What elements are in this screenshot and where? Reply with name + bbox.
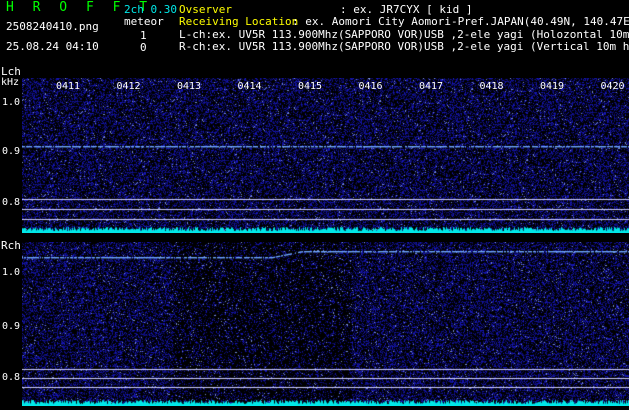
lch-freq-tick: 0.9 bbox=[2, 146, 21, 157]
time-tick-label: 0420 bbox=[600, 81, 625, 92]
lch-spectrogram bbox=[22, 78, 629, 233]
observer-value: : ex. JR7CYX [ kid ] bbox=[340, 3, 473, 16]
rch-info: R-ch:ex. UV5R 113.900Mhz(SAPPORO VOR)USB… bbox=[179, 40, 629, 53]
time-tick-label: 0417 bbox=[419, 81, 444, 92]
lch-label: Lch bbox=[1, 65, 21, 78]
version-label: 2ch 0.30 bbox=[124, 3, 177, 16]
time-tick-label: 0415 bbox=[298, 81, 323, 92]
location-value: : ex. Aomori City Aomori-Pref.JAPAN(40.4… bbox=[292, 15, 629, 28]
meteor-count-lch: 1 bbox=[140, 29, 147, 42]
khz-unit-label: kHz bbox=[1, 77, 20, 88]
rch-freq-tick: 1.0 bbox=[2, 267, 21, 278]
meteor-label: meteor bbox=[124, 15, 164, 28]
time-tick-label: 0412 bbox=[116, 81, 141, 92]
time-tick-label: 0419 bbox=[540, 81, 565, 92]
rch-freq-tick: 0.8 bbox=[2, 372, 21, 383]
lch-info: L-ch:ex. UV5R 113.900Mhz(SAPPORO VOR)USB… bbox=[179, 28, 629, 41]
lch-freq-tick: 0.8 bbox=[2, 197, 21, 208]
hroft-display: H R O F F T 2508240410.png 25.08.24 04:1… bbox=[0, 0, 629, 410]
lch-freq-tick: 1.0 bbox=[2, 97, 21, 108]
rch-freq-tick: 0.9 bbox=[2, 321, 21, 332]
datetime-label: 25.08.24 04:10 bbox=[6, 40, 99, 53]
location-label: Receiving Location bbox=[179, 15, 299, 28]
rch-spectrogram bbox=[22, 242, 629, 406]
meteor-count-rch: 0 bbox=[140, 41, 147, 54]
time-tick-label: 0414 bbox=[237, 81, 262, 92]
time-tick-label: 0411 bbox=[56, 81, 81, 92]
time-tick-label: 0413 bbox=[177, 81, 202, 92]
rch-label: Rch bbox=[1, 239, 21, 252]
time-tick-label: 0416 bbox=[358, 81, 383, 92]
filename-label: 2508240410.png bbox=[6, 20, 99, 33]
time-tick-label: 0418 bbox=[479, 81, 504, 92]
observer-label: Ovserver bbox=[179, 3, 232, 16]
